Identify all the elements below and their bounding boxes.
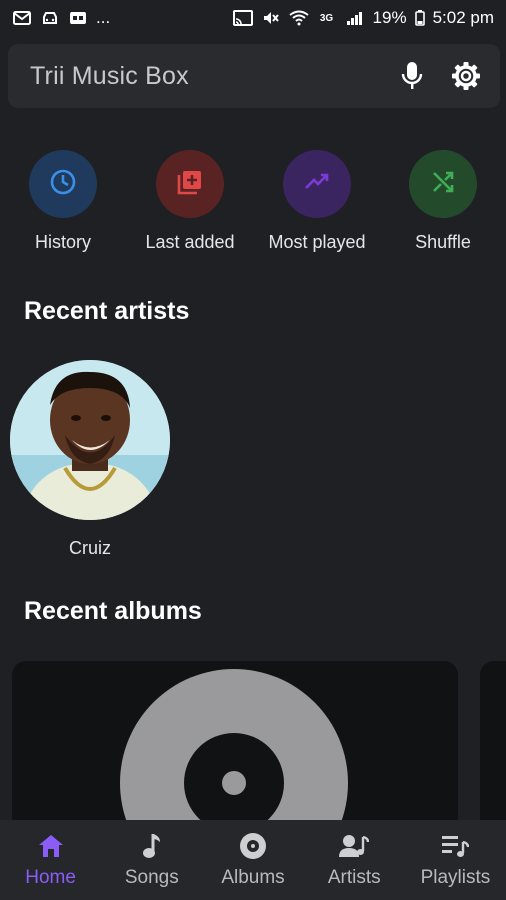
signal-icon bbox=[345, 10, 365, 26]
shortcut-history[interactable]: History bbox=[0, 150, 126, 253]
shuffle-icon bbox=[429, 168, 457, 201]
shortcut-row: History Last added Most played Shuffle bbox=[0, 150, 506, 260]
shortcut-most-played[interactable]: Most played bbox=[254, 150, 380, 253]
status-right: 3G 19% 5:02 pm bbox=[232, 8, 494, 28]
nav-label: Albums bbox=[221, 867, 285, 888]
clock-icon bbox=[49, 168, 77, 201]
nav-label: Songs bbox=[124, 867, 179, 888]
mic-icon[interactable] bbox=[394, 58, 430, 94]
nav-albums[interactable]: Albums bbox=[202, 820, 303, 900]
album-card-partial[interactable] bbox=[480, 661, 506, 841]
cast-icon bbox=[232, 10, 253, 26]
trending-up-icon bbox=[303, 168, 331, 201]
mute-icon bbox=[261, 10, 281, 26]
music-note-icon bbox=[137, 831, 167, 861]
bottom-navigation: Home Songs Albums Artists Playlists bbox=[0, 820, 506, 900]
shortcut-shuffle[interactable]: Shuffle bbox=[380, 150, 506, 253]
nav-label: Playlists bbox=[420, 867, 491, 888]
network-type: 3G bbox=[319, 12, 334, 24]
gmail-icon bbox=[12, 10, 32, 26]
album-placeholder-icon bbox=[120, 669, 348, 841]
artist-card[interactable]: Cruiz bbox=[10, 360, 170, 559]
wifi-icon bbox=[288, 10, 309, 26]
nav-songs[interactable]: Songs bbox=[101, 820, 202, 900]
shortcut-label: Last added bbox=[145, 232, 235, 252]
artist-icon bbox=[339, 831, 370, 861]
shuffle-circle[interactable] bbox=[409, 150, 477, 218]
history-circle[interactable] bbox=[29, 150, 97, 218]
avatar[interactable] bbox=[10, 360, 170, 520]
nav-artists[interactable]: Artists bbox=[304, 820, 405, 900]
nav-label: Home bbox=[25, 867, 76, 888]
nav-home[interactable]: Home bbox=[0, 820, 101, 900]
gear-icon[interactable] bbox=[448, 58, 484, 94]
recent-albums-heading: Recent albums bbox=[24, 597, 202, 625]
battery-percent: 19% bbox=[372, 8, 407, 27]
album-card[interactable] bbox=[12, 661, 458, 841]
car-icon bbox=[40, 10, 60, 26]
status-left: ... bbox=[12, 8, 110, 28]
battery-icon bbox=[414, 10, 425, 26]
album-icon bbox=[238, 831, 268, 861]
last-added-circle[interactable] bbox=[156, 150, 224, 218]
gif-icon bbox=[68, 10, 88, 26]
shortcut-label: Shuffle bbox=[415, 232, 471, 252]
playlist-icon bbox=[440, 831, 470, 861]
artist-name: Cruiz bbox=[68, 538, 111, 558]
shortcut-last-added[interactable]: Last added bbox=[127, 150, 253, 253]
recent-artists-heading: Recent artists bbox=[24, 297, 190, 325]
search-bar[interactable]: Trii Music Box bbox=[8, 44, 500, 108]
status-bar: ... 3G 19% 5:02 pm bbox=[0, 0, 506, 36]
status-overflow: ... bbox=[96, 8, 111, 27]
artist-photo bbox=[10, 360, 170, 520]
shortcut-label: History bbox=[34, 232, 91, 252]
clock-time: 5:02 pm bbox=[432, 8, 494, 27]
nav-label: Artists bbox=[327, 867, 381, 888]
shortcut-label: Most played bbox=[268, 232, 366, 252]
most-played-circle[interactable] bbox=[283, 150, 351, 218]
home-icon bbox=[36, 831, 66, 861]
app-title[interactable]: Trii Music Box bbox=[30, 62, 368, 91]
nav-playlists[interactable]: Playlists bbox=[405, 820, 506, 900]
library-add-icon bbox=[176, 168, 204, 201]
